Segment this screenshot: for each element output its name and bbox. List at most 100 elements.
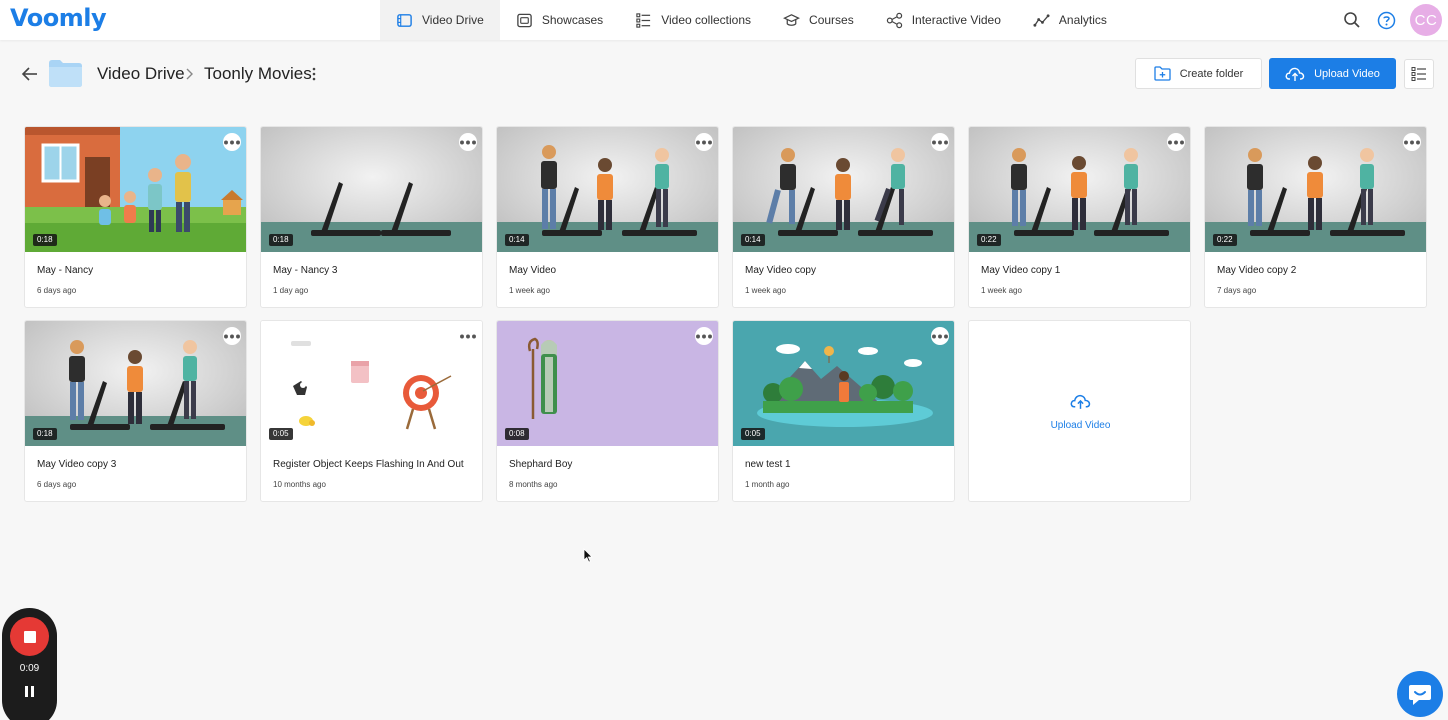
nav-label: Analytics bbox=[1058, 13, 1107, 27]
video-title: May Video copy 2 bbox=[1217, 265, 1297, 276]
top-nav-bar: Voomly Video Drive Showcases Video colle… bbox=[0, 0, 1448, 40]
courses-icon bbox=[783, 13, 801, 26]
pause-icon[interactable] bbox=[19, 686, 39, 702]
nav-label: Showcases bbox=[541, 13, 604, 27]
video-card[interactable]: 0:18 May Video copy 3 6 days ago bbox=[24, 320, 247, 502]
more-options-icon[interactable] bbox=[223, 133, 241, 151]
mouse-cursor-icon bbox=[583, 548, 593, 568]
duration-badge: 0:18 bbox=[33, 428, 57, 440]
chat-icon bbox=[1409, 685, 1431, 705]
video-date: 1 day ago bbox=[273, 286, 309, 295]
nav-item-interactive-video[interactable]: Interactive Video bbox=[870, 0, 1017, 40]
video-date: 10 months ago bbox=[273, 480, 326, 489]
logo-text: Voomly bbox=[10, 4, 107, 32]
upload-card-label: Upload Video bbox=[1050, 420, 1111, 431]
video-thumbnail: 0:18 bbox=[25, 321, 246, 446]
create-folder-label: Create folder bbox=[1179, 67, 1244, 80]
video-drive-icon bbox=[397, 13, 412, 27]
video-thumbnail: 0:05 bbox=[261, 321, 482, 446]
duration-badge: 0:18 bbox=[33, 234, 57, 246]
nav-item-analytics[interactable]: Analytics bbox=[1017, 0, 1123, 40]
more-options-icon[interactable] bbox=[459, 327, 477, 345]
analytics-icon bbox=[1033, 13, 1050, 27]
more-options-icon[interactable] bbox=[695, 327, 713, 345]
duration-badge: 0:14 bbox=[741, 234, 765, 246]
search-icon[interactable] bbox=[1342, 10, 1362, 30]
nav-label: Courses bbox=[809, 13, 854, 27]
video-thumbnail: 0:18 bbox=[25, 127, 246, 252]
video-card[interactable]: 0:18 May - Nancy 6 days ago bbox=[24, 126, 247, 308]
video-card[interactable]: 0:18 May - Nancy 3 1 day ago bbox=[260, 126, 483, 308]
nav-item-showcases[interactable]: Showcases bbox=[500, 0, 619, 40]
video-title: May - Nancy 3 bbox=[273, 265, 338, 276]
more-options-icon[interactable] bbox=[931, 327, 949, 345]
video-thumbnail: 0:18 bbox=[261, 127, 482, 252]
video-card[interactable]: 0:14 May Video 1 week ago bbox=[496, 126, 719, 308]
list-view-toggle[interactable] bbox=[1404, 59, 1434, 89]
video-thumbnail: 0:05 bbox=[733, 321, 954, 446]
back-arrow-icon[interactable] bbox=[20, 64, 40, 84]
chevron-right-icon bbox=[184, 67, 196, 81]
duration-badge: 0:05 bbox=[269, 428, 293, 440]
cloud-upload-icon bbox=[1285, 67, 1305, 81]
video-date: 1 week ago bbox=[981, 286, 1022, 295]
video-title: Register Object Keeps Flashing In And Ou… bbox=[273, 459, 464, 470]
upload-video-card[interactable]: Upload Video bbox=[968, 320, 1191, 502]
folder-more-icon[interactable] bbox=[309, 66, 319, 82]
duration-badge: 0:05 bbox=[741, 428, 765, 440]
more-options-icon[interactable] bbox=[223, 327, 241, 345]
video-title: May Video bbox=[509, 265, 557, 276]
chat-support-button[interactable] bbox=[1397, 671, 1443, 717]
showcases-icon bbox=[517, 13, 532, 27]
interactive-icon bbox=[886, 12, 902, 28]
more-options-icon[interactable] bbox=[1167, 133, 1185, 151]
recording-time: 0:09 bbox=[19, 663, 40, 674]
list-view-icon bbox=[1411, 67, 1426, 81]
stop-icon bbox=[23, 630, 36, 643]
breadcrumb-current: Toonly Movies bbox=[204, 64, 312, 83]
video-date: 7 days ago bbox=[1217, 286, 1257, 295]
screen-recorder-widget: 0:09 bbox=[2, 608, 57, 720]
video-thumbnail: 0:14 bbox=[733, 127, 954, 252]
video-card[interactable]: 0:05 Register Object Keeps Flashing In A… bbox=[260, 320, 483, 502]
folder-plus-icon bbox=[1154, 66, 1171, 81]
voomly-logo[interactable]: Voomly bbox=[10, 3, 107, 33]
nav-item-video-drive[interactable]: Video Drive bbox=[380, 0, 500, 40]
nav-item-courses[interactable]: Courses bbox=[767, 0, 870, 40]
nav-label: Interactive Video bbox=[911, 13, 1001, 27]
duration-badge: 0:08 bbox=[505, 428, 529, 440]
upload-video-label: Upload Video bbox=[1314, 67, 1380, 80]
create-folder-button[interactable]: Create folder bbox=[1135, 58, 1262, 89]
video-thumbnail: 0:14 bbox=[497, 127, 718, 252]
video-date: 8 months ago bbox=[509, 480, 558, 489]
nav-label: Video Drive bbox=[422, 13, 484, 27]
upload-video-button[interactable]: Upload Video bbox=[1269, 58, 1396, 89]
video-card[interactable]: 0:22 May Video copy 2 7 days ago bbox=[1204, 126, 1427, 308]
duration-badge: 0:22 bbox=[977, 234, 1001, 246]
more-options-icon[interactable] bbox=[1403, 133, 1421, 151]
more-options-icon[interactable] bbox=[931, 133, 949, 151]
video-thumbnail: 0:08 bbox=[497, 321, 718, 446]
video-card[interactable]: 0:14 May Video copy 1 week ago bbox=[732, 126, 955, 308]
more-options-icon[interactable] bbox=[695, 133, 713, 151]
avatar[interactable]: CC bbox=[1410, 4, 1442, 36]
help-icon[interactable] bbox=[1376, 10, 1396, 30]
video-title: May Video copy 1 bbox=[981, 265, 1061, 276]
video-date: 1 month ago bbox=[745, 480, 790, 489]
video-title: May Video copy 3 bbox=[37, 459, 117, 470]
video-date: 6 days ago bbox=[37, 286, 77, 295]
top-right-icons: CC bbox=[1342, 0, 1442, 40]
main-nav: Video Drive Showcases Video collections … bbox=[380, 0, 1123, 40]
breadcrumb-root[interactable]: Video Drive bbox=[97, 64, 185, 84]
duration-badge: 0:14 bbox=[505, 234, 529, 246]
video-title: Shephard Boy bbox=[509, 459, 573, 470]
more-options-icon[interactable] bbox=[459, 133, 477, 151]
video-card[interactable]: 0:22 May Video copy 1 1 week ago bbox=[968, 126, 1191, 308]
cloud-upload-icon bbox=[1070, 393, 1091, 415]
stop-recording-button[interactable] bbox=[10, 617, 49, 656]
video-card[interactable]: 0:05 new test 1 1 month ago bbox=[732, 320, 955, 502]
video-title: new test 1 bbox=[745, 459, 791, 470]
video-card[interactable]: 0:08 Shephard Boy 8 months ago bbox=[496, 320, 719, 502]
folder-icon bbox=[49, 60, 82, 87]
nav-item-video-collections[interactable]: Video collections bbox=[619, 0, 767, 40]
